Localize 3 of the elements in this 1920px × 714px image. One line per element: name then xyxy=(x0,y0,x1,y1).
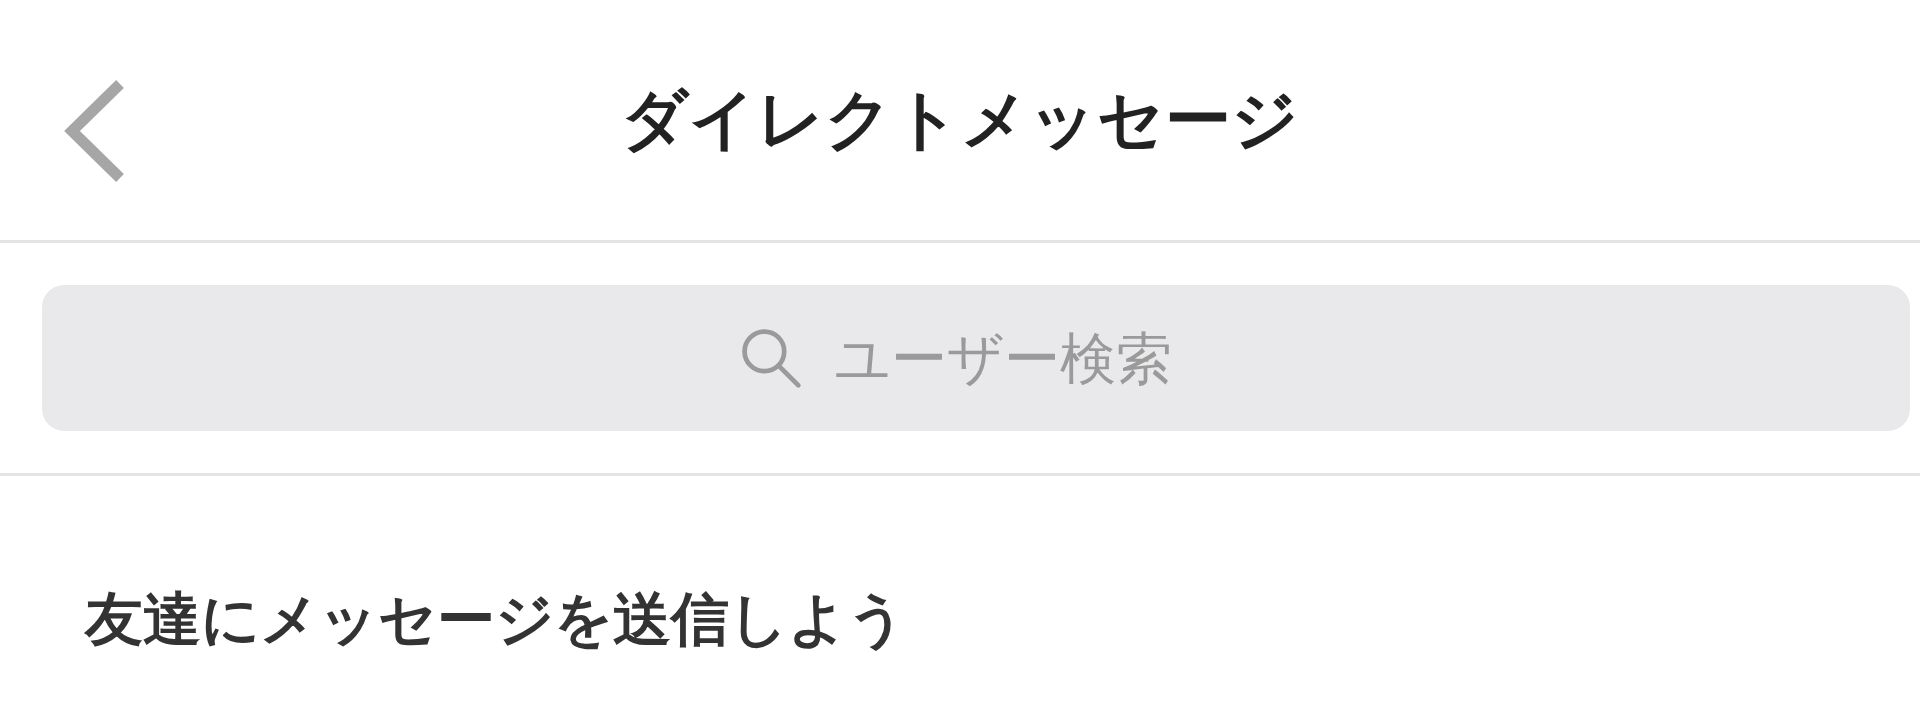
prompt-text: 友達にメッセージを送信しよう xyxy=(83,584,907,655)
search-field[interactable]: ユーザー検索 xyxy=(834,325,1214,391)
screen-title: ダイレクトメッセージ xyxy=(621,80,1299,160)
